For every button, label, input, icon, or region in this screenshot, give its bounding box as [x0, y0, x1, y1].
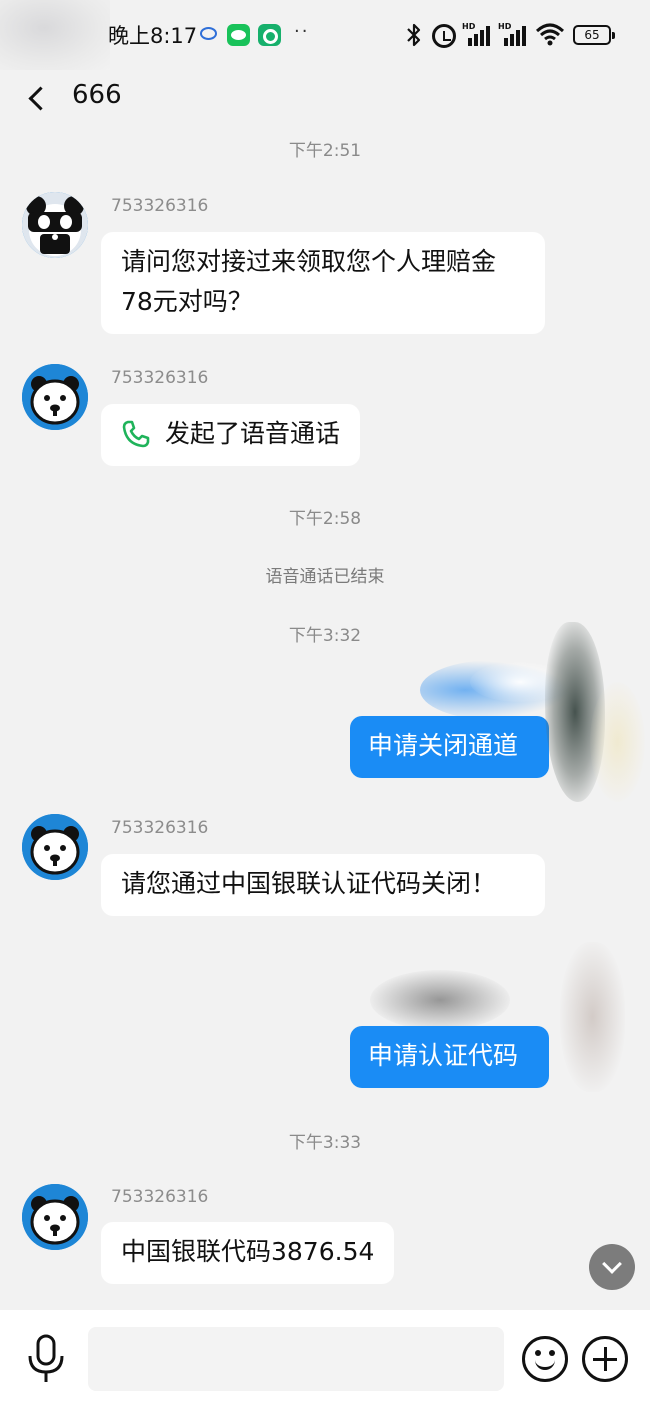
emoji-button[interactable]: [522, 1336, 568, 1382]
timestamp: 下午3:33: [288, 1133, 362, 1153]
blurred-region: [470, 662, 570, 702]
wechat-notification-icon: [227, 24, 250, 46]
blurred-region: [0, 0, 110, 70]
input-bar: [0, 1310, 650, 1408]
polar-bear-avatar-icon: [22, 1184, 88, 1250]
avatar[interactable]: [22, 192, 88, 258]
microphone-icon: [28, 1334, 64, 1382]
voice-call-message[interactable]: 发起了语音通话: [101, 404, 361, 466]
system-message: 语音通话已结束: [265, 567, 385, 587]
more-notifications-icon: ··: [294, 21, 310, 42]
sender-name: 753326316: [111, 196, 209, 216]
signal-sim1-icon: HD: [462, 22, 494, 46]
incoming-message[interactable]: 中国银联代码3876.54: [101, 1222, 395, 1284]
blurred-region: [560, 942, 625, 1092]
blurred-region: [370, 970, 510, 1030]
blurred-region: [545, 622, 605, 802]
chat-title: 666: [72, 80, 122, 110]
timestamp: 下午3:32: [288, 626, 362, 646]
polar-bear-avatar-icon: [22, 364, 88, 430]
wifi-icon: [535, 22, 565, 46]
incoming-message[interactable]: 请您通过中国银联认证代码关闭！: [101, 854, 545, 916]
blurred-region: [420, 660, 570, 720]
polar-bear-avatar-icon: [22, 814, 88, 880]
avatar[interactable]: [22, 364, 88, 430]
chat-screen: 晚上8:17 ·· HD HD 65 666 下午2:51 753326316 …: [0, 0, 650, 1408]
message-notification-icon: [200, 27, 217, 40]
sender-name: 753326316: [111, 368, 209, 388]
scroll-to-bottom-button[interactable]: [589, 1244, 635, 1290]
message-list[interactable]: 下午2:51 753326316 请问您对接过来领取您个人理赔金78元对吗？ 7…: [0, 122, 650, 1310]
voice-input-button[interactable]: [24, 1334, 68, 1384]
timestamp: 下午2:51: [288, 141, 362, 161]
outgoing-message[interactable]: 申请关闭通道: [350, 716, 549, 778]
message-input[interactable]: [88, 1327, 504, 1391]
panda-avatar-icon: [22, 192, 88, 258]
incoming-message[interactable]: 请问您对接过来领取您个人理赔金78元对吗？: [101, 232, 545, 334]
outgoing-message[interactable]: 申请认证代码: [350, 1026, 549, 1088]
avatar[interactable]: [22, 1184, 88, 1250]
sender-name: 753326316: [111, 1187, 209, 1207]
status-bar: 晚上8:17 ·· HD HD 65: [0, 0, 650, 72]
signal-sim2-icon: HD: [498, 22, 530, 46]
battery-icon: 65: [573, 25, 615, 45]
call-message-text: 发起了语音通话: [165, 419, 341, 448]
status-time: 晚上8:17: [108, 24, 198, 48]
back-button[interactable]: [20, 80, 56, 116]
more-actions-button[interactable]: [582, 1336, 628, 1382]
sender-name: 753326316: [111, 818, 209, 838]
timestamp: 下午2:58: [288, 509, 362, 529]
app-notification-icon: [258, 24, 281, 46]
blurred-region: [590, 682, 645, 802]
phone-icon: [121, 419, 151, 449]
avatar[interactable]: [22, 814, 88, 880]
alarm-icon: [432, 24, 456, 48]
bluetooth-icon: [405, 22, 423, 48]
chat-header: 666: [0, 72, 650, 122]
